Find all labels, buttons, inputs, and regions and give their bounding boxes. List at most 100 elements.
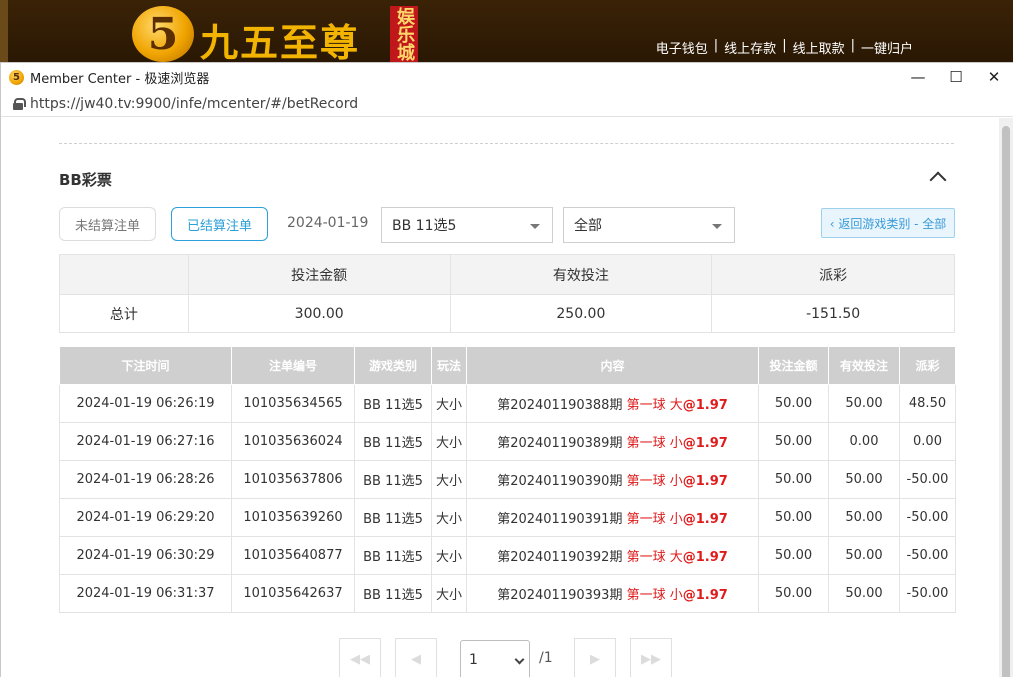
table-row: 2024-01-19 06:30:29 101035640877 BB 11选5 大小… [59, 536, 956, 575]
lock-icon [13, 97, 26, 110]
content-pick: 第一球 小 [626, 512, 683, 527]
browser-window: 5 Member Center - 极速浏览器 — ☐ ✕ https://jw… [0, 62, 1013, 677]
page-current: 1 [469, 652, 478, 668]
header-game-type: 游戏类别 [354, 346, 432, 385]
banner-edge [0, 0, 8, 62]
cell-content: 第202401190390期 第一球 小@1.97 [466, 460, 759, 499]
unsettled-bets-button[interactable]: 未结算注单 [59, 207, 156, 241]
header-bet-time: 下注时间 [59, 346, 232, 385]
content-pick: 第一球 大 [626, 398, 683, 413]
scrollbar-thumb[interactable] [1002, 126, 1010, 677]
nav-e-wallet[interactable]: 电子钱包 [656, 38, 708, 57]
cell-game-type: BB 11选5 [354, 498, 432, 537]
content-odds: @1.97 [682, 436, 728, 451]
cell-bet-time: 2024-01-19 06:26:19 [59, 384, 232, 423]
next-page-button[interactable]: ▶ [574, 638, 616, 677]
url-text[interactable]: https://jw40.tv:9900/infe/mcenter/#/betR… [30, 96, 358, 112]
summary-header-empty [59, 254, 189, 295]
cell-content: 第202401190391期 第一球 小@1.97 [466, 498, 759, 537]
cell-play-type: 大小 [431, 384, 467, 423]
date-display[interactable]: 2024-01-19 [287, 215, 368, 231]
last-page-button[interactable]: ▶▶ [630, 638, 672, 677]
cell-payout: -50.00 [899, 498, 956, 537]
type-select-value: 全部 [574, 218, 602, 234]
header-valid-bet: 有效投注 [828, 346, 900, 385]
cell-payout: -50.00 [899, 536, 956, 575]
cell-bet-amount: 50.00 [758, 422, 829, 461]
type-select[interactable]: 全部 [563, 207, 735, 243]
minimize-button[interactable]: — [899, 63, 937, 91]
cell-bet-id: 101035634565 [231, 384, 355, 423]
cell-content: 第202401190392期 第一球 大@1.97 [466, 536, 759, 575]
page-number-select[interactable]: 1 [460, 640, 530, 677]
header-content: 内容 [466, 346, 759, 385]
cell-bet-id: 101035642637 [231, 574, 355, 613]
cell-payout: 0.00 [899, 422, 956, 461]
chevron-up-icon[interactable] [928, 168, 948, 184]
window-title: Member Center - 极速浏览器 [30, 71, 210, 87]
brand-logo-icon: 5 [132, 6, 194, 62]
cell-payout: 48.50 [899, 384, 956, 423]
cell-bet-id: 101035636024 [231, 422, 355, 461]
cell-game-type: BB 11选5 [354, 384, 432, 423]
table-row: 2024-01-19 06:26:19 101035634565 BB 11选5 大小… [59, 384, 956, 423]
table-row: 2024-01-19 06:28:26 101035637806 BB 11选5 大小… [59, 460, 956, 499]
vertical-scrollbar[interactable] [999, 118, 1013, 677]
content-period: 第202401190392期 [497, 550, 623, 565]
cell-bet-time: 2024-01-19 06:27:16 [59, 422, 232, 461]
game-select[interactable]: BB 11选5 [381, 207, 553, 243]
cell-play-type: 大小 [431, 536, 467, 575]
table-row: 2024-01-19 06:27:16 101035636024 BB 11选5 大小… [59, 422, 956, 461]
prev-page-button[interactable]: ◀ [395, 638, 437, 677]
content-pick: 第一球 小 [626, 588, 683, 603]
back-to-categories-button[interactable]: ‹ 返回游戏类别 - 全部 [821, 208, 955, 238]
address-bar[interactable]: https://jw40.tv:9900/infe/mcenter/#/betR… [1, 91, 1013, 117]
content-odds: @1.97 [682, 550, 728, 565]
site-banner: 5 九五至尊 娱乐城 电子钱包 | 线上存款 | 线上取款 | 一键归户 [0, 0, 1013, 62]
header-play-type: 玩法 [431, 346, 467, 385]
caret-down-icon [530, 224, 540, 229]
page-content: BB彩票 未结算注单 已结算注单 2024-01-19 BB 11选5 全部 ‹… [1, 118, 999, 677]
cell-bet-id: 101035639260 [231, 498, 355, 537]
settled-bets-button[interactable]: 已结算注单 [171, 207, 268, 241]
summary-header-valid: 有效投注 [449, 254, 713, 295]
summary-total-row: 总计 300.00 250.00 -151.50 [59, 294, 955, 333]
first-page-button[interactable]: ◀◀ [339, 638, 381, 677]
window-controls: — ☐ ✕ [899, 63, 1013, 91]
close-button[interactable]: ✕ [975, 63, 1013, 91]
cell-game-type: BB 11选5 [354, 460, 432, 499]
nav-one-click-transfer[interactable]: 一键归户 [861, 38, 913, 57]
content-period: 第202401190389期 [497, 436, 623, 451]
cell-play-type: 大小 [431, 460, 467, 499]
cell-bet-amount: 50.00 [758, 460, 829, 499]
bet-records-table: 下注时间 注单编号 游戏类别 玩法 内容 投注金额 有效投注 派彩 2024-0… [59, 346, 956, 613]
cell-bet-amount: 50.00 [758, 536, 829, 575]
cell-valid-bet: 50.00 [828, 536, 900, 575]
records-header-row: 下注时间 注单编号 游戏类别 玩法 内容 投注金额 有效投注 派彩 [59, 346, 956, 385]
content-pick: 第一球 小 [626, 436, 683, 451]
cell-valid-bet: 50.00 [828, 498, 900, 537]
summary-total-valid: 250.00 [449, 294, 713, 333]
content-odds: @1.97 [682, 588, 728, 603]
cell-valid-bet: 50.00 [828, 384, 900, 423]
summary-total-payout: -151.50 [711, 294, 955, 333]
cell-bet-id: 101035637806 [231, 460, 355, 499]
nav-withdraw[interactable]: 线上取款 [793, 38, 845, 57]
content-period: 第202401190388期 [497, 398, 623, 413]
cell-content: 第202401190388期 第一球 大@1.97 [466, 384, 759, 423]
title-bar: 5 Member Center - 极速浏览器 — ☐ ✕ [1, 63, 1013, 91]
cell-game-type: BB 11选5 [354, 422, 432, 461]
cell-bet-id: 101035640877 [231, 536, 355, 575]
filter-row: 未结算注单 已结算注单 2024-01-19 BB 11选5 全部 ‹ 返回游戏… [59, 207, 955, 243]
nav-separator: | [782, 38, 787, 53]
table-row: 2024-01-19 06:29:20 101035639260 BB 11选5 大小… [59, 498, 956, 537]
section-title: BB彩票 [59, 171, 112, 189]
nav-separator: | [850, 38, 855, 53]
caret-down-icon [712, 224, 722, 229]
cell-payout: -50.00 [899, 460, 956, 499]
cell-play-type: 大小 [431, 422, 467, 461]
maximize-button[interactable]: ☐ [937, 63, 975, 91]
content-period: 第202401190390期 [497, 474, 623, 489]
header-bet-id: 注单编号 [231, 346, 355, 385]
nav-deposit[interactable]: 线上存款 [724, 38, 776, 57]
